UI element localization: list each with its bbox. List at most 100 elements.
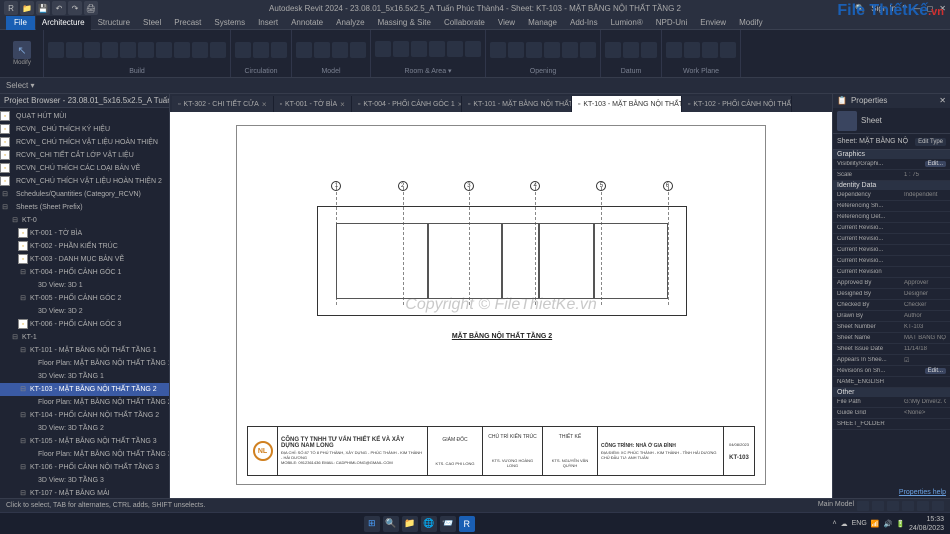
ribbon-tab-insert[interactable]: Insert (252, 16, 284, 30)
tree-item[interactable]: ⊟KT-004 - PHỐI CẢNH GÓC 1 (0, 266, 169, 279)
props-row[interactable]: Current Revision (833, 267, 950, 278)
ribbon-tab-file[interactable]: File (6, 16, 35, 30)
ribbon-tab-steel[interactable]: Steel (137, 16, 167, 30)
ribbon-tool[interactable] (447, 41, 463, 57)
taskbar-clock[interactable]: 15:33 24/08/2023 (909, 515, 944, 533)
ribbon-tool[interactable] (296, 42, 312, 58)
props-edit-button[interactable]: Edit... (925, 368, 946, 374)
props-row[interactable]: DependencyIndependent (833, 190, 950, 201)
tree-item[interactable]: ⊟KT-106 - PHỐI CẢNH NỘI THẤT TẦNG 3 (0, 461, 169, 474)
ribbon-tool[interactable] (314, 42, 330, 58)
floorplan-view[interactable]: 123456 MẶT BẰNG NỘI THẤT TẦNG 2 (317, 206, 687, 316)
tree-item[interactable]: ⊟KT-107 - MẶT BẰNG MÁI (0, 487, 169, 498)
taskbar-edge[interactable]: 🌐 (421, 516, 437, 532)
view-tab[interactable]: ▫KT-302 - CHI TIẾT CỬA× (172, 96, 274, 112)
ribbon-tool[interactable] (684, 42, 700, 58)
ribbon-tool[interactable] (623, 42, 639, 58)
props-row[interactable]: Guide Grid<None> (833, 408, 950, 419)
ribbon-tab-manage[interactable]: Manage (522, 16, 563, 30)
tree-item[interactable]: ⊟KT-005 - PHỐI CẢNH GÓC 2 (0, 292, 169, 305)
qat-save[interactable]: 💾 (36, 1, 50, 15)
tree-item[interactable]: ⊟Schedules/Quantities (Category_RCVN) (0, 188, 169, 201)
taskbar-search[interactable]: 🔍 (383, 516, 399, 532)
status-button[interactable] (857, 501, 869, 511)
close-tab-icon[interactable]: × (262, 100, 267, 109)
status-button[interactable] (902, 501, 914, 511)
taskbar-app[interactable]: 📨 (440, 516, 456, 532)
props-row[interactable]: Designed ByDesigner (833, 289, 950, 300)
ribbon-tool[interactable] (271, 42, 287, 58)
modify-tool[interactable]: ↖Modify (8, 39, 36, 69)
qat-undo[interactable]: ↶ (52, 1, 66, 15)
tree-item[interactable]: 3D View: 3D TẦNG 1 (0, 370, 169, 383)
props-row[interactable]: Referencing Sh... (833, 201, 950, 212)
props-row[interactable]: File PathG:\My Drive\2. C... (833, 397, 950, 408)
tree-item[interactable]: 3D View: 3D 2 (0, 305, 169, 318)
grid-bubble[interactable]: 1 (331, 181, 341, 191)
props-row[interactable]: Current Revisio... (833, 234, 950, 245)
ribbon-tool[interactable] (332, 42, 348, 58)
tree-item[interactable]: Floor Plan: MẶT BẰNG NỘI THẤT TẦNG 2 (0, 396, 169, 409)
ribbon-tool[interactable] (235, 42, 251, 58)
tree-item[interactable]: ▫RCVN_CHI TIẾT CẮT LỚP VẬT LIỆU (0, 149, 169, 162)
ribbon-tool[interactable] (490, 42, 506, 58)
tree-item[interactable]: 3D View: 3D 1 (0, 279, 169, 292)
tree-item[interactable]: ▫KT-006 - PHỐI CẢNH GÓC 3 (0, 318, 169, 331)
gridline[interactable] (668, 187, 669, 305)
tree-item[interactable]: ▫RCVN_ CHÚ THÍCH VẬT LIỆU HOÀN THIỆN (0, 136, 169, 149)
app-icon[interactable]: R (4, 1, 18, 15)
props-edit-button[interactable]: Edit... (925, 161, 946, 167)
ribbon-tool[interactable] (465, 41, 481, 57)
tree-item[interactable]: ▫RCVN_ CHÚ THÍCH KÝ HIỆU (0, 123, 169, 136)
status-button[interactable] (872, 501, 884, 511)
ribbon-tool[interactable] (393, 41, 409, 57)
props-row[interactable]: Sheet Issue Date11/14/18 (833, 344, 950, 355)
ribbon-tool[interactable] (66, 42, 82, 58)
status-button[interactable] (932, 501, 944, 511)
ribbon-tab-systems[interactable]: Systems (208, 16, 251, 30)
grid-bubble[interactable]: 3 (464, 181, 474, 191)
ribbon-tool[interactable] (562, 42, 578, 58)
properties-close-icon[interactable]: ✕ (939, 94, 946, 108)
props-row[interactable]: Current Revisio... (833, 223, 950, 234)
viewport[interactable]: 123456 MẶT BẰNG NỘI THẤT TẦNG 2 NL CÔNG … (170, 112, 832, 498)
tree-item[interactable]: 3D View: 3D TẦNG 3 (0, 474, 169, 487)
ribbon-tool[interactable] (508, 42, 524, 58)
ribbon-tool[interactable] (253, 42, 269, 58)
start-button[interactable]: ⊞ (364, 516, 380, 532)
ribbon-tool[interactable] (641, 42, 657, 58)
tree-item[interactable]: ▫RCVN_CHÚ THÍCH CÁC LOẠI BẢN VẼ (0, 162, 169, 175)
close-tab-icon[interactable]: × (340, 100, 345, 109)
tree-item[interactable]: ⊟Sheets (Sheet Prefix) (0, 201, 169, 214)
tree-item[interactable]: ⊟KT-105 - MẶT BẰNG NỘI THẤT TẦNG 3 (0, 435, 169, 448)
tray-volume-icon[interactable]: 🔊 (884, 520, 893, 528)
ribbon-tab-analyze[interactable]: Analyze (330, 16, 370, 30)
tree-item[interactable]: ⊟KT-101 - MẶT BẰNG NỘI THẤT TẦNG 1 (0, 344, 169, 357)
ribbon-tool[interactable] (192, 42, 208, 58)
ribbon-tool[interactable] (102, 42, 118, 58)
tree-item[interactable]: ▫RCVN_CHÚ THÍCH VẬT LIỆU HOÀN THIỆN 2 (0, 175, 169, 188)
status-button[interactable] (917, 501, 929, 511)
ribbon-tool[interactable] (375, 41, 391, 57)
ribbon-tab-view[interactable]: View (492, 16, 521, 30)
view-tab[interactable]: ▫KT-101 - MẶT BẰNG NỘI THẤT TÂ...× (462, 96, 572, 112)
tree-item[interactable]: ▫KT-002 - PHẦN KIẾN TRÚC (0, 240, 169, 253)
props-row[interactable]: Scale1 : 75 (833, 170, 950, 181)
ribbon-tab-npduni[interactable]: NPD-Uni (650, 16, 694, 30)
grid-bubble[interactable]: 6 (663, 181, 673, 191)
ribbon-tab-precast[interactable]: Precast (168, 16, 207, 30)
ribbon-tab-modify[interactable]: Modify (733, 16, 769, 30)
props-row[interactable]: Current Revisio... (833, 245, 950, 256)
status-model[interactable]: Main Model (818, 501, 854, 511)
ribbon-tab-collaborate[interactable]: Collaborate (438, 16, 491, 30)
ribbon-tool[interactable] (526, 42, 542, 58)
props-row[interactable]: Sheet NumberKT-103 (833, 322, 950, 333)
tray-wifi-icon[interactable]: 📶 (871, 520, 880, 528)
tree-item[interactable]: ⊟KT-0 (0, 214, 169, 227)
ribbon-tool[interactable] (702, 42, 718, 58)
qat-open[interactable]: 📁 (20, 1, 34, 15)
grid-bubble[interactable]: 2 (398, 181, 408, 191)
props-row[interactable]: Revisions on Sh...Edit... (833, 366, 950, 377)
tree-item[interactable]: ⊟KT-1 (0, 331, 169, 344)
props-row[interactable]: SHEET_FOLDER (833, 419, 950, 430)
